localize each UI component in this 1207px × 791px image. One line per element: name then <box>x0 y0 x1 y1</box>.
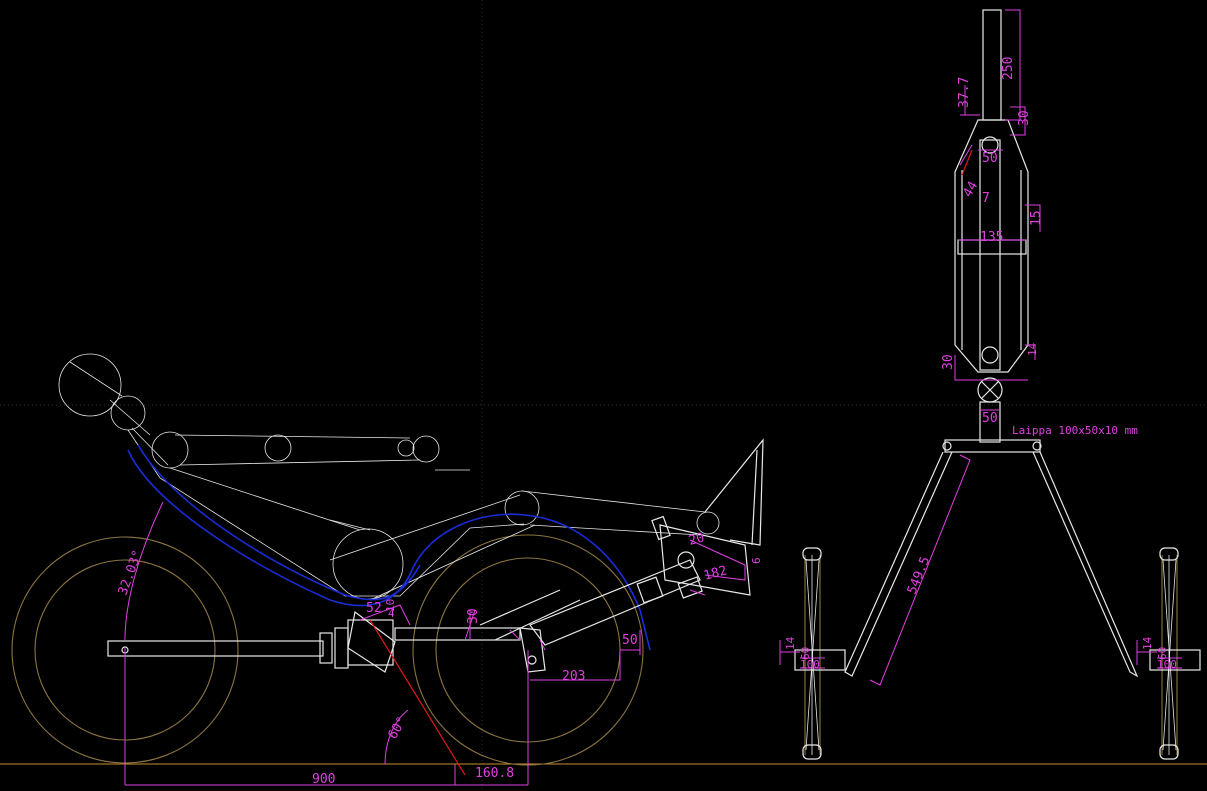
left-leg <box>844 451 953 677</box>
rider-knee <box>504 490 540 526</box>
trail-label: 160.8 <box>475 766 514 781</box>
dim-50-label: 50 <box>622 633 638 648</box>
front-view <box>844 9 1139 686</box>
dim-30-top-label: 30 <box>1017 110 1032 126</box>
rider-shoulder <box>110 395 146 431</box>
flange-note: Laippa 100x50x10 mm <box>1012 424 1138 437</box>
right-leg <box>1032 451 1139 678</box>
dim-30-label: 30 <box>466 608 481 624</box>
rider-hand3 <box>397 439 415 457</box>
rider-hand <box>264 434 292 462</box>
dim-14-label: 14 <box>1026 342 1039 356</box>
dim-4-label: 4 <box>388 607 395 620</box>
dim-44-label: 44 <box>960 179 981 200</box>
wheel-right-dim-100: 100 <box>1157 658 1177 671</box>
dim-6-label: 6 <box>750 557 763 564</box>
wheel-left-dim-14: 14 <box>784 636 797 650</box>
angle-seat-label: 32.03° <box>116 548 146 597</box>
wheelbase-label: 900 <box>312 772 335 787</box>
dim-135-label: 135 <box>980 230 1003 245</box>
dim-250-label: 250 <box>1001 57 1016 80</box>
rider-head <box>58 353 122 417</box>
rider-hip <box>332 528 404 600</box>
chain-line-2 <box>137 444 421 601</box>
bearing-block <box>347 619 394 666</box>
dim-37-7-label: 37.7 <box>957 77 972 108</box>
main-tube-2 <box>319 632 333 664</box>
dim-182-label: 182 <box>702 563 729 584</box>
rider-hand2 <box>412 435 440 463</box>
dim-203-label: 203 <box>562 669 585 684</box>
steering-axis <box>369 619 466 776</box>
bottom-bracket <box>334 627 349 669</box>
rider-elbow <box>151 431 189 469</box>
wheel-detail-left <box>779 547 846 760</box>
dim-50-top-label: 50 <box>982 151 998 166</box>
dim-50-bottom-label: 50 <box>982 411 998 426</box>
dim-30-bottom-label: 30 <box>941 354 956 370</box>
dim-15-label: 15 <box>1029 210 1044 226</box>
wheel-left-dim-100: 100 <box>800 658 820 671</box>
dim-52-label: 52 <box>366 601 382 616</box>
wheel-right-dim-14: 14 <box>1141 636 1154 650</box>
dim-549-5-label: 549.5 <box>905 555 934 597</box>
cad-drawing-canvas[interactable]: 32.03° 60° 900 160.8 203 50 30 52 10 4 1… <box>0 0 1207 791</box>
dim-7-label: 7 <box>982 191 990 206</box>
